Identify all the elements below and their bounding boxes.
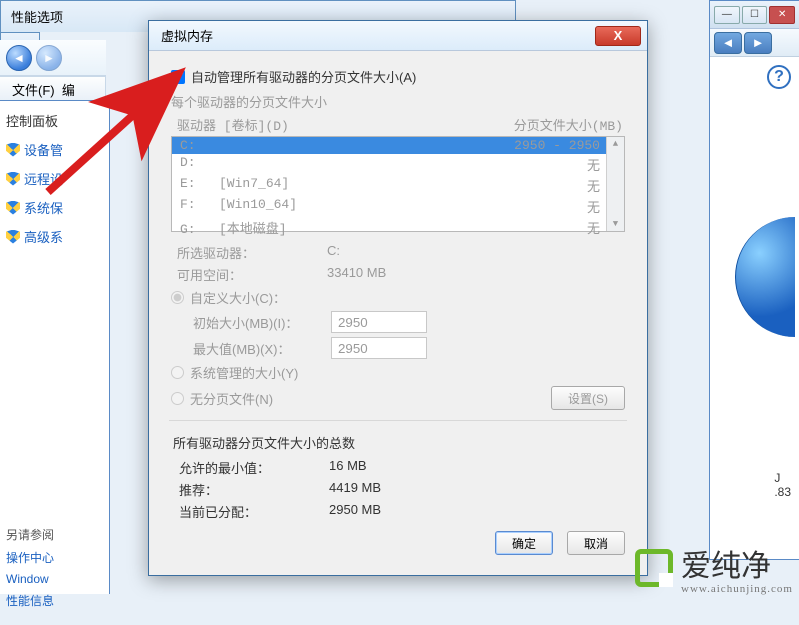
see-also-label: 另请参阅 bbox=[6, 526, 103, 543]
custom-size-radio[interactable] bbox=[171, 291, 184, 304]
help-text: J .83 bbox=[774, 471, 791, 499]
no-pagefile-label: 无分页文件(N) bbox=[190, 389, 273, 408]
drive-row[interactable]: C: 2950 - 2950 bbox=[172, 137, 624, 154]
rec-value: 4419 MB bbox=[329, 480, 381, 499]
totals-section: 所有驱动器分页文件大小的总数 允许的最小值：16 MB 推荐：4419 MB 当… bbox=[173, 433, 623, 521]
help-body: ? J .83 bbox=[710, 57, 799, 559]
help-icon: ? bbox=[767, 65, 791, 89]
shield-icon bbox=[6, 172, 20, 186]
sidebar-home[interactable]: 控制面板 bbox=[6, 111, 103, 130]
shield-icon bbox=[6, 143, 20, 157]
virtual-memory-dialog: 虚拟内存 X 自动管理所有驱动器的分页文件大小(A) 每个驱动器的分页文件大小 … bbox=[148, 20, 648, 576]
watermark: 爱纯净 www.aichunjing.com bbox=[635, 541, 793, 595]
set-button[interactable]: 设置(S) bbox=[551, 386, 625, 410]
free-space-value: 33410 MB bbox=[327, 265, 386, 284]
ok-button[interactable]: 确定 bbox=[495, 531, 553, 555]
auto-manage-row[interactable]: 自动管理所有驱动器的分页文件大小(A) bbox=[171, 67, 625, 86]
close-button[interactable]: ✕ bbox=[769, 6, 795, 24]
drive-row[interactable]: F: [Win10_64] 无 bbox=[172, 196, 624, 217]
globe-graphic bbox=[735, 217, 795, 337]
sidebar-bottom: 另请参阅 操作中心 Window 性能信息 bbox=[6, 526, 103, 609]
sidebar-link-0[interactable]: 设备管 bbox=[6, 140, 103, 159]
dialog-title: 虚拟内存 bbox=[161, 26, 213, 45]
watermark-sub: www.aichunjing.com bbox=[681, 583, 793, 595]
max-size-input[interactable] bbox=[331, 337, 427, 359]
shield-icon bbox=[6, 201, 20, 215]
bottom-link-1[interactable]: Window bbox=[6, 572, 103, 586]
nav-back-circle[interactable]: ◄ bbox=[6, 45, 32, 71]
initial-size-input[interactable] bbox=[331, 311, 427, 333]
cur-value: 2950 MB bbox=[329, 502, 381, 521]
system-managed-radio-row[interactable]: 系统管理的大小(Y) bbox=[171, 363, 625, 382]
nav-back-button[interactable]: ◄ bbox=[714, 32, 742, 54]
menu-file[interactable]: 文件(F) bbox=[12, 80, 55, 99]
drive-list[interactable]: C: 2950 - 2950D: 无E: [Win7_64] 无F: [Win1… bbox=[171, 136, 625, 232]
menu-strip: 文件(F) 编 bbox=[0, 76, 106, 102]
system-managed-label: 系统管理的大小(Y) bbox=[190, 363, 298, 382]
nav-strip: ◄ ► bbox=[0, 40, 106, 76]
drive-list-header: 驱动器 [卷标](D) 分页文件大小(MB) bbox=[177, 115, 623, 134]
watermark-text: 爱纯净 bbox=[681, 550, 771, 583]
totals-title: 所有驱动器分页文件大小的总数 bbox=[173, 433, 623, 452]
sidebar-link-1[interactable]: 远程设 bbox=[6, 169, 103, 188]
selected-drive-value: C: bbox=[327, 243, 340, 262]
auto-manage-label: 自动管理所有驱动器的分页文件大小(A) bbox=[191, 67, 416, 86]
system-managed-radio[interactable] bbox=[171, 366, 184, 379]
no-pagefile-radio[interactable] bbox=[171, 392, 184, 405]
min-value: 16 MB bbox=[329, 458, 367, 477]
per-drive-section: 每个驱动器的分页文件大小 驱动器 [卷标](D) 分页文件大小(MB) C: 2… bbox=[171, 92, 625, 410]
nav-fwd-circle[interactable]: ► bbox=[36, 45, 62, 71]
separator bbox=[169, 420, 627, 421]
watermark-logo bbox=[635, 549, 673, 587]
sidebar: 控制面板 设备管 远程设 系统保 高级系 另请参阅 操作中心 Window 性能… bbox=[0, 101, 109, 625]
dialog-actions: 确定 取消 bbox=[171, 531, 625, 555]
dialog-body: 自动管理所有驱动器的分页文件大小(A) 每个驱动器的分页文件大小 驱动器 [卷标… bbox=[149, 51, 647, 569]
scrollbar[interactable]: ▲ ▼ bbox=[606, 137, 624, 231]
bg-help-window: — ☐ ✕ ◄ ► ? J .83 bbox=[709, 0, 799, 560]
drive-row[interactable]: E: [Win7_64] 无 bbox=[172, 175, 624, 196]
max-size-row: 最大值(MB)(X)： bbox=[193, 337, 625, 359]
nav-fwd-button[interactable]: ► bbox=[744, 32, 772, 54]
scroll-down-icon[interactable]: ▼ bbox=[613, 217, 618, 231]
custom-size-radio-row[interactable]: 自定义大小(C)： bbox=[171, 288, 625, 307]
maximize-button[interactable]: ☐ bbox=[742, 6, 768, 24]
sidebar-link-2[interactable]: 系统保 bbox=[6, 198, 103, 217]
dialog-close-button[interactable]: X bbox=[595, 26, 641, 46]
initial-size-row: 初始大小(MB)(I)： bbox=[193, 311, 625, 333]
drive-row[interactable]: G: [本地磁盘] 无 bbox=[172, 217, 624, 238]
bg-left-panel: 控制面板 设备管 远程设 系统保 高级系 另请参阅 操作中心 Window 性能… bbox=[0, 100, 110, 594]
per-drive-label: 每个驱动器的分页文件大小 bbox=[171, 92, 625, 111]
minimize-button[interactable]: — bbox=[714, 6, 740, 24]
sidebar-link-3[interactable]: 高级系 bbox=[6, 227, 103, 246]
drive-row[interactable]: D: 无 bbox=[172, 154, 624, 175]
no-pagefile-row: 无分页文件(N) 设置(S) bbox=[171, 386, 625, 410]
scroll-up-icon[interactable]: ▲ bbox=[613, 137, 618, 151]
col-pagefile: 分页文件大小(MB) bbox=[514, 115, 623, 134]
bg-help-toolbar: ◄ ► bbox=[710, 29, 799, 57]
free-space-row: 可用空间： 33410 MB bbox=[177, 265, 625, 284]
bottom-link-2[interactable]: 性能信息 bbox=[6, 592, 103, 609]
dialog-titlebar: 虚拟内存 X bbox=[149, 21, 647, 51]
selected-drive-row: 所选驱动器： C: bbox=[177, 243, 625, 262]
bg-help-titlebar: — ☐ ✕ bbox=[710, 1, 799, 29]
bottom-link-0[interactable]: 操作中心 bbox=[6, 549, 103, 566]
auto-manage-checkbox[interactable] bbox=[171, 70, 185, 84]
cancel-button[interactable]: 取消 bbox=[567, 531, 625, 555]
custom-size-label: 自定义大小(C)： bbox=[190, 288, 286, 307]
shield-icon bbox=[6, 230, 20, 244]
menu-edit[interactable]: 编 bbox=[62, 80, 75, 99]
col-drive: 驱动器 [卷标](D) bbox=[177, 115, 289, 134]
